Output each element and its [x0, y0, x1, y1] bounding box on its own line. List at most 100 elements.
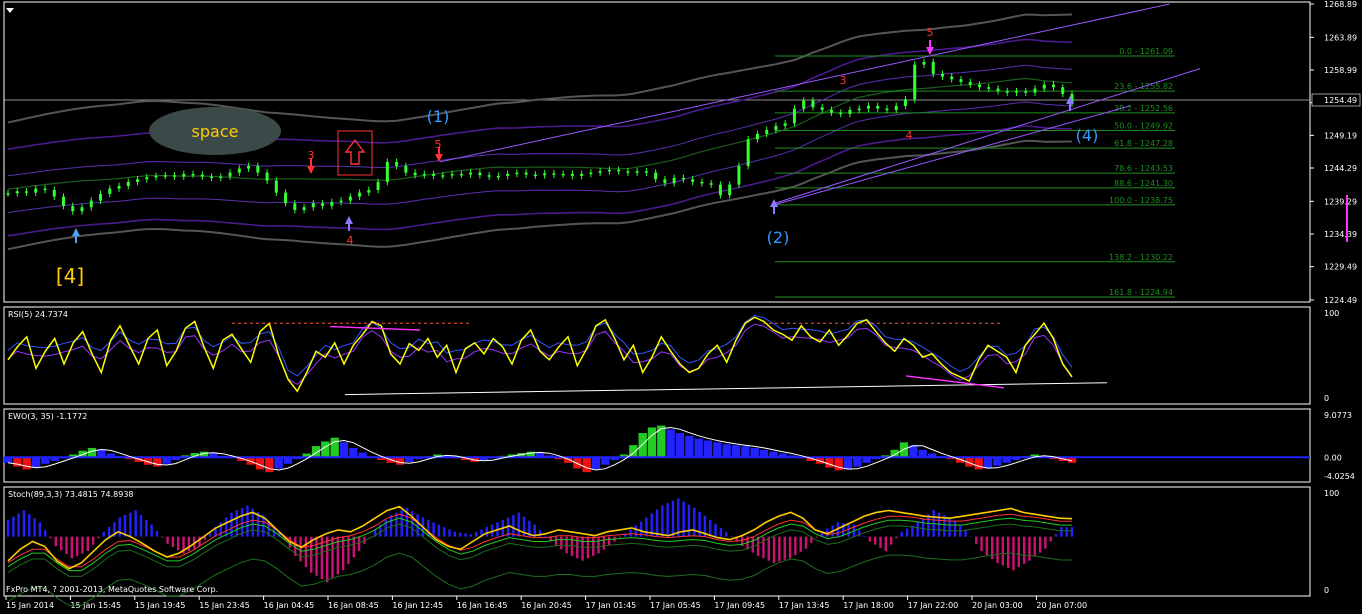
stoch-histogram-bar: [341, 536, 345, 571]
stoch-histogram-bar: [677, 498, 680, 537]
x-tick-label: 20 Jan 03:00: [972, 601, 1023, 610]
x-tick-label: 17 Jan 13:45: [779, 601, 830, 610]
stoch-histogram-bar: [139, 515, 143, 537]
candle-body: [256, 165, 260, 173]
stoch-histogram-bar: [879, 536, 882, 548]
stoch-histogram-bar: [437, 524, 441, 537]
stoch-histogram-bar: [762, 536, 765, 559]
stoch-histogram-bar: [687, 504, 691, 537]
stoch-histogram-bar: [592, 536, 595, 556]
stoch-histogram-bar: [996, 536, 999, 564]
candle-body: [607, 169, 611, 172]
ewo-bar: [339, 442, 349, 458]
stoch-histogram-bar: [315, 536, 318, 576]
stoch-histogram-bar: [1022, 536, 1026, 564]
stoch-histogram-bar: [778, 536, 781, 562]
x-tick-label: 17 Jan 09:45: [714, 601, 765, 610]
stoch-histogram-bar: [693, 507, 696, 537]
stoch-histogram-bar: [1065, 527, 1068, 537]
stoch-histogram-bar: [177, 536, 180, 551]
stoch-histogram-bar: [772, 536, 776, 564]
candle-body: [913, 64, 917, 100]
ewo-bar: [834, 457, 843, 471]
candle-body: [284, 192, 288, 204]
stoch-histogram-bar: [916, 522, 919, 537]
stoch-histogram-bar: [161, 536, 164, 538]
price-y-tick-label: 1239.29: [1324, 197, 1357, 206]
current-price-label: 1254.49: [1324, 96, 1357, 105]
stoch-histogram-bar: [347, 536, 350, 564]
candle-body: [672, 177, 676, 184]
stoch-histogram-bar: [326, 536, 329, 583]
copyright-footer: FxPro MT4, ? 2001-2013, MetaQuotes Softw…: [6, 585, 218, 594]
stoch-histogram-bar: [6, 519, 10, 537]
ewo-y-tick-label: -4.0254: [1324, 472, 1355, 481]
stoch-y-tick-label: 0: [1324, 586, 1329, 595]
stoch-histogram-bar: [905, 528, 909, 537]
candle-body: [274, 180, 278, 193]
x-tick-label: 15 Jan 2014: [6, 601, 54, 610]
candle-body: [487, 175, 491, 177]
candle-body: [792, 108, 796, 124]
candle-body: [774, 125, 778, 130]
ewo-bar: [694, 438, 703, 458]
stoch-title: Stoch(89,3,3) 73.4815 74.8938: [8, 490, 134, 499]
candle-body: [330, 201, 334, 206]
candle-body: [469, 172, 473, 175]
stoch-histogram-bar: [629, 529, 632, 537]
candle-body: [6, 193, 10, 195]
wave-label: 5: [927, 26, 934, 39]
ewo-bar: [31, 457, 41, 468]
candle-body: [987, 87, 991, 89]
candle-body: [228, 172, 232, 177]
x-tick-label: 16 Jan 04:45: [264, 601, 315, 610]
candle-body: [940, 73, 944, 77]
fib-level-label: 88.6 - 1241.30: [1114, 179, 1173, 188]
x-tick-label: 16 Jan 08:45: [328, 601, 379, 610]
candle-body: [922, 61, 926, 65]
stoch-histogram-bar: [352, 536, 355, 558]
stoch-histogram-bar: [129, 512, 132, 537]
candle-body: [321, 203, 325, 206]
ewo-bar: [22, 457, 31, 470]
stoch-histogram-bar: [1028, 536, 1031, 561]
candle-body: [1024, 91, 1028, 93]
candle-body: [663, 179, 667, 184]
x-tick-label: 17 Jan 05:45: [650, 601, 701, 610]
ewo-bar: [685, 435, 694, 458]
fib-level-label: 0.0 - 1261.09: [1119, 47, 1173, 56]
candle-body: [561, 173, 565, 176]
ewo-bar: [974, 457, 983, 470]
candle-body: [117, 185, 121, 189]
stoch-histogram-bar: [97, 536, 100, 539]
ewo-bar: [918, 449, 927, 458]
candle-body: [746, 139, 750, 166]
stoch-histogram-bar: [474, 531, 478, 537]
candle-body: [968, 81, 972, 85]
stoch-histogram-bar: [1017, 536, 1020, 568]
candle-body: [820, 107, 824, 110]
ewo-title: EWO(3, 35) -1.1772: [8, 412, 87, 421]
candle-body: [700, 181, 704, 184]
candle-body: [108, 188, 112, 194]
ewo-bar: [311, 446, 321, 458]
candle-body: [385, 161, 389, 182]
candle-body: [718, 184, 722, 196]
stoch-histogram-bar: [1054, 534, 1058, 537]
stoch-histogram-bar: [166, 536, 169, 544]
stoch-histogram-bar: [783, 536, 786, 560]
price-y-tick-label: 1249.19: [1324, 131, 1357, 140]
ewo-bar: [759, 449, 769, 458]
stoch-histogram-bar: [81, 536, 84, 554]
candle-body: [552, 173, 556, 175]
stoch-histogram-bar: [1044, 536, 1047, 549]
candle-body: [894, 105, 898, 110]
ewo-bar: [274, 457, 283, 469]
stoch-histogram-bar: [788, 536, 792, 559]
candle-body: [311, 203, 315, 208]
stoch-histogram-bar: [927, 514, 930, 537]
candle-body: [395, 161, 399, 166]
candle-body: [996, 88, 1000, 92]
candle-body: [15, 191, 19, 194]
candle-body: [265, 172, 269, 181]
